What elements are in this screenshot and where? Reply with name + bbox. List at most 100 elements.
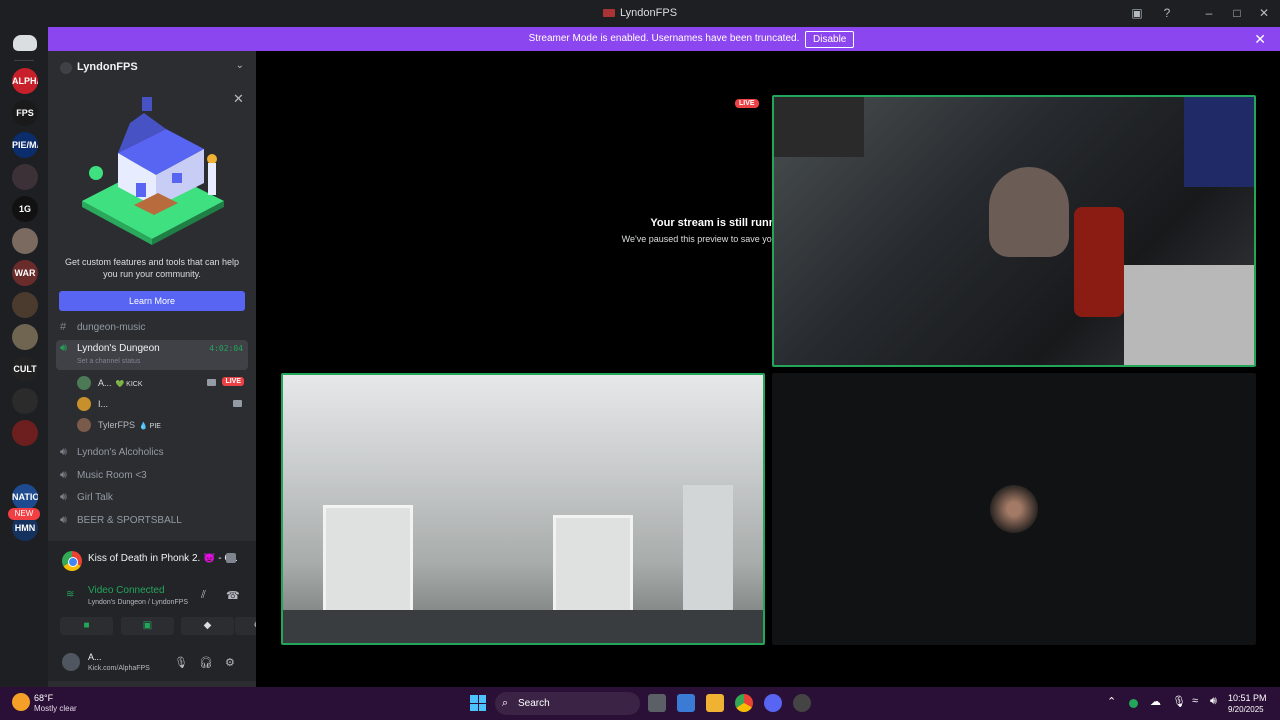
server-icon[interactable]: 1G <box>12 196 38 222</box>
minimize-button[interactable]: – <box>1202 6 1216 20</box>
channel-dungeon-music[interactable]: # dungeon-music <box>56 319 248 337</box>
avatar <box>77 397 91 411</box>
weather-icon[interactable] <box>12 693 30 711</box>
activities-button[interactable]: ◆ <box>181 617 234 635</box>
speaker-icon: 🔊︎ <box>60 446 67 458</box>
server-icon[interactable]: WAR <box>12 260 38 286</box>
channel-label: Music Room <3 <box>77 470 147 481</box>
inbox-icon[interactable]: ▣ <box>1130 6 1144 20</box>
channel-music-room[interactable]: 🔊︎ Music Room <3 <box>56 467 248 485</box>
voice-user[interactable]: I... <box>73 395 248 413</box>
stream-live-badge: LIVE <box>735 99 759 108</box>
video-tile-room[interactable] <box>281 373 765 645</box>
server-icon[interactable]: CULT <box>12 356 38 382</box>
channel-sidebar: LyndonFPS ⌄ ✕ Get custom features and to… <box>48 51 281 687</box>
microphone-icon[interactable]: 🎙︎ <box>174 656 188 669</box>
avatar <box>77 418 91 432</box>
file-explorer-icon[interactable] <box>706 694 724 712</box>
streamer-mode-message: Streamer Mode is enabled. Usernames have… <box>528 33 800 44</box>
camera-button[interactable]: ■ <box>60 617 113 635</box>
tray-overflow-icon[interactable]: ⌃ <box>1107 695 1116 708</box>
taskbar-search[interactable]: ⌕ Search <box>495 692 640 715</box>
taskbar-date[interactable]: 9/20/2025 <box>1228 705 1264 714</box>
voice-user-name: A... <box>98 378 112 388</box>
video-tile-camera-off[interactable] <box>772 373 1256 645</box>
close-promo-icon[interactable]: ✕ <box>233 91 244 107</box>
tray-app-icon[interactable]: ☁ <box>1150 695 1161 708</box>
popout-icon[interactable] <box>226 553 236 563</box>
weather-description[interactable]: Mostly clear <box>34 704 77 713</box>
voice-user-name: I... <box>98 399 109 409</box>
tray-status-icon[interactable] <box>1129 699 1138 708</box>
video-tile-streamer[interactable] <box>772 95 1256 367</box>
store-icon[interactable] <box>677 694 695 712</box>
volume-icon[interactable]: 🔊︎ <box>1210 695 1217 708</box>
server-icon[interactable] <box>12 228 38 254</box>
chrome-taskbar-icon[interactable] <box>735 694 753 712</box>
server-icon[interactable]: FPS <box>12 100 38 126</box>
voice-user-tag: 💧 PIE <box>139 423 161 430</box>
avatar[interactable] <box>62 653 80 671</box>
noise-suppression-icon[interactable]: ⫽ <box>201 589 206 602</box>
voice-location[interactable]: Lyndon's Dungeon / LyndonFPS <box>88 599 188 606</box>
close-window-button[interactable]: ✕ <box>1257 6 1271 20</box>
server-icon[interactable]: ALPHA <box>12 68 38 94</box>
camera-icon <box>207 379 216 386</box>
help-icon[interactable]: ? <box>1160 6 1174 20</box>
search-label: Search <box>518 698 550 709</box>
app-taskbar-icon[interactable] <box>793 694 811 712</box>
channel-label: Lyndon's Dungeon <box>77 343 160 354</box>
house-illustration <box>82 97 224 245</box>
server-icon[interactable] <box>12 292 38 318</box>
channel-lyndons-dungeon[interactable]: 🔊︎ Lyndon's Dungeon 4:02:04 Set a channe… <box>56 340 248 370</box>
discord-taskbar-icon[interactable] <box>764 694 782 712</box>
disconnect-icon[interactable]: ☎ <box>226 589 240 602</box>
task-view-icon[interactable] <box>648 694 666 712</box>
now-playing-text: Kiss of Death in Phonk 2. 👿 - G... <box>88 553 238 564</box>
channel-label: dungeon-music <box>77 322 146 333</box>
voice-user[interactable]: A... 💚 KICK LIVE <box>73 374 248 392</box>
user-status: Kick.com/AlphaFPS <box>88 665 150 672</box>
disable-streamer-mode-button[interactable]: Disable <box>805 31 855 48</box>
server-icon[interactable]: PIE/MAN <box>12 132 38 158</box>
tray-mic-icon[interactable]: 🎙︎ <box>1172 695 1186 708</box>
channel-lyndons-alcoholics[interactable]: 🔊︎ Lyndon's Alcoholics <box>56 444 248 462</box>
server-header[interactable]: LyndonFPS ⌄ <box>48 51 256 83</box>
weather-temperature[interactable]: 68°F <box>34 693 53 703</box>
video-stage: Your stream is still running! We've paus… <box>256 51 1280 687</box>
window-title-text: LyndonFPS <box>619 7 678 19</box>
discord-home-icon[interactable] <box>13 35 37 51</box>
avatar <box>990 485 1038 533</box>
hashtag-icon: # <box>60 321 67 333</box>
live-badge: LIVE <box>222 377 244 386</box>
windows-taskbar: 68°F Mostly clear ⌕ Search ⌃ ☁ 🎙︎ ≈ 🔊︎ 1… <box>0 687 1280 720</box>
app-badge-icon <box>602 9 615 18</box>
signal-icon[interactable]: ≋ <box>66 589 74 600</box>
channel-status[interactable]: Set a channel status <box>77 358 140 365</box>
server-icon[interactable] <box>12 420 38 446</box>
server-icon <box>60 62 72 74</box>
camera-icon <box>233 400 242 407</box>
server-icon[interactable] <box>12 388 38 414</box>
user-name[interactable]: A... <box>88 652 102 662</box>
channel-beer-sportsball[interactable]: 🔊︎ BEER & SPORTSBALL <box>56 512 248 530</box>
maximize-button[interactable]: □ <box>1230 6 1244 20</box>
headphones-icon[interactable]: 🎧︎ <box>199 656 213 669</box>
taskbar-time[interactable]: 10:51 PM <box>1228 693 1267 703</box>
server-icon[interactable] <box>12 452 38 478</box>
channel-girl-talk[interactable]: 🔊︎ Girl Talk <box>56 489 248 507</box>
server-icon[interactable] <box>12 164 38 190</box>
wifi-icon[interactable]: ≈ <box>1192 695 1198 707</box>
voice-user[interactable]: TylerFPS 💧 PIE <box>73 416 248 434</box>
rail-divider <box>14 60 34 61</box>
settings-gear-icon[interactable]: ⚙ <box>225 656 235 669</box>
start-button[interactable] <box>470 695 486 711</box>
channel-label: Lyndon's Alcoholics <box>77 447 164 458</box>
learn-more-button[interactable]: Learn More <box>59 291 245 311</box>
screen-share-button[interactable]: ▣ <box>121 617 174 635</box>
chevron-down-icon[interactable]: ⌄ <box>236 60 244 71</box>
server-icon[interactable]: NATION <box>12 484 38 510</box>
close-banner-icon[interactable]: ✕ <box>1254 31 1266 48</box>
voice-status[interactable]: Video Connected <box>88 585 165 596</box>
server-icon[interactable] <box>12 324 38 350</box>
